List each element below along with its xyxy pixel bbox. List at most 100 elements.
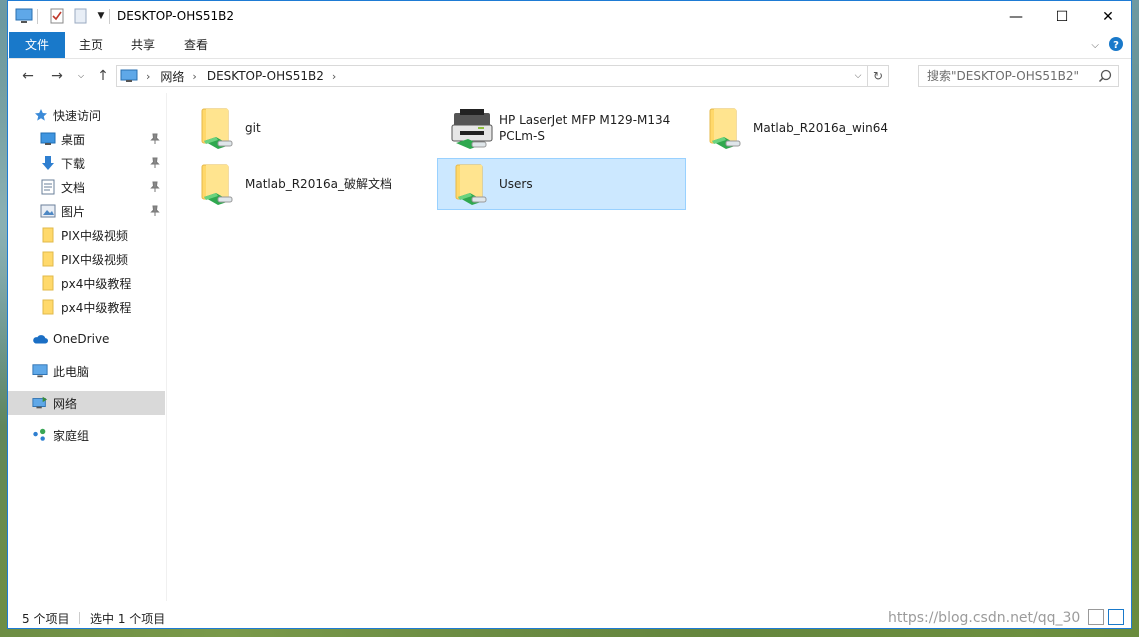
pin-icon[interactable] <box>150 181 160 193</box>
nav-label: OneDrive <box>53 332 110 346</box>
desktop-icon <box>40 131 56 147</box>
nav-label: 此电脑 <box>53 364 90 379</box>
details-view-icon[interactable] <box>1088 609 1104 625</box>
breadcrumb-separator-icon[interactable]: › <box>332 70 336 83</box>
tab-share[interactable]: 共享 <box>117 32 169 58</box>
item-label: git <box>245 121 261 135</box>
nav-label: 下载 <box>61 156 86 171</box>
item-label: Matlab_R2016a_win64 <box>753 121 888 135</box>
large-icons-view-icon[interactable] <box>1108 609 1124 625</box>
address-dropdown-icon[interactable]: ⌵ <box>850 66 866 86</box>
search-input[interactable] <box>919 66 1110 86</box>
nav-item-folder[interactable]: px4中级教程 <box>8 295 165 319</box>
download-icon <box>40 155 56 171</box>
pane-divider <box>166 93 167 601</box>
tab-home[interactable]: 主页 <box>65 32 117 58</box>
computer-icon <box>32 363 48 379</box>
document-icon <box>40 179 56 195</box>
nav-label: 家庭组 <box>53 428 90 443</box>
folder-icon <box>40 227 56 243</box>
breadcrumb-separator-icon[interactable]: › <box>146 70 150 83</box>
up-arrow-icon[interactable]: ↑ <box>93 66 113 86</box>
item-label-line2: PCLm-S <box>499 129 545 143</box>
new-folder-icon[interactable] <box>71 7 89 25</box>
tab-view[interactable]: 查看 <box>170 32 222 58</box>
properties-icon[interactable] <box>48 7 66 25</box>
nav-quick-access[interactable]: 快速访问 <box>8 103 165 127</box>
network-icon <box>32 395 48 411</box>
maximize-button[interactable]: ☐ <box>1039 1 1085 32</box>
nav-item-folder[interactable]: PIX中级视频 <box>8 247 165 271</box>
breadcrumb-separator-icon[interactable]: › <box>192 70 196 83</box>
search-icon[interactable] <box>1098 69 1112 83</box>
recent-locations-icon[interactable]: ⌵ <box>71 66 91 86</box>
minimize-button[interactable]: — <box>993 1 1039 32</box>
divider <box>79 612 80 624</box>
shared-folder-icon <box>201 164 233 205</box>
homegroup-icon <box>32 427 48 443</box>
pin-icon[interactable] <box>150 133 160 145</box>
nav-label: PIX中级视频 <box>61 252 128 267</box>
svg-text:?: ? <box>1113 40 1119 51</box>
item-count: 5 个项目 <box>22 612 70 626</box>
folder-icon <box>40 275 56 291</box>
pin-icon[interactable] <box>150 157 160 169</box>
window-title: DESKTOP-OHS51B2 <box>117 9 235 23</box>
address-bar[interactable]: › 网络 › DESKTOP-OHS51B2 › ⌵ ↻ <box>116 65 889 87</box>
breadcrumb-network[interactable]: 网络 <box>160 68 184 85</box>
back-arrow-icon[interactable]: ← <box>18 66 38 86</box>
nav-label: px4中级教程 <box>61 276 132 291</box>
nav-label: 文档 <box>61 180 86 195</box>
forward-arrow-icon[interactable]: → <box>47 66 67 86</box>
nav-label: px4中级教程 <box>61 300 132 315</box>
nav-item-desktop[interactable]: 桌面 <box>8 127 165 151</box>
nav-item-homegroup[interactable]: 家庭组 <box>8 423 165 447</box>
tab-file[interactable]: 文件 <box>9 32 65 58</box>
star-icon <box>33 107 49 123</box>
content-area: git HP LaserJet MFP M129-M134 PCLm-S Mat… <box>168 93 1111 601</box>
pin-icon[interactable] <box>150 205 160 217</box>
shared-folder-item[interactable]: Matlab_R2016a_win64 <box>691 102 940 154</box>
nav-item-network[interactable]: 网络 <box>8 391 165 415</box>
nav-label: 桌面 <box>61 132 86 147</box>
pictures-icon <box>40 203 56 219</box>
breadcrumb-computer[interactable]: DESKTOP-OHS51B2 <box>207 69 324 83</box>
nav-item-folder[interactable]: PIX中级视频 <box>8 223 165 247</box>
shared-folder-icon <box>709 108 741 149</box>
nav-label: PIX中级视频 <box>61 228 128 243</box>
selected-count: 选中 1 个项目 <box>90 612 166 626</box>
navigation-bar: ← → ⌵ ↑ › 网络 › DESKTOP-OHS51B2 › ⌵ ↻ <box>8 59 1131 93</box>
nav-item-onedrive[interactable]: OneDrive <box>8 327 165 351</box>
divider <box>37 9 38 24</box>
item-label: Users <box>499 177 533 191</box>
nav-label: 快速访问 <box>53 108 102 123</box>
printer-item[interactable]: HP LaserJet MFP M129-M134 PCLm-S <box>437 102 686 154</box>
title-bar: ▼ DESKTOP-OHS51B2 — ☐ ✕ <box>8 1 1131 32</box>
computer-icon <box>120 69 138 83</box>
expand-ribbon-icon[interactable]: ⌵ <box>1091 40 1099 51</box>
computer-icon[interactable] <box>15 7 33 25</box>
nav-item-pictures[interactable]: 图片 <box>8 199 165 223</box>
nav-item-downloads[interactable]: 下载 <box>8 151 165 175</box>
watermark: https://blog.csdn.net/qq_30 <box>888 610 1081 626</box>
shared-folder-item[interactable]: git <box>183 102 432 154</box>
nav-item-documents[interactable]: 文档 <box>8 175 165 199</box>
nav-item-folder[interactable]: px4中级教程 <box>8 271 165 295</box>
folder-icon <box>40 299 56 315</box>
customize-toolbar-icon[interactable]: ▼ <box>92 7 110 25</box>
shared-folder-item-selected[interactable]: Users <box>437 158 686 210</box>
search-box[interactable] <box>918 65 1119 87</box>
cloud-icon <box>32 331 48 347</box>
shared-folder-item[interactable]: Matlab_R2016a_破解文档 <box>183 158 432 210</box>
close-button[interactable]: ✕ <box>1085 1 1131 32</box>
nav-label: 图片 <box>61 204 86 219</box>
navigation-pane: 快速访问 桌面 下载 文档 图片 PIX中级视频 PIX中级视频 px4中级教程… <box>8 93 165 601</box>
nav-item-this-pc[interactable]: 此电脑 <box>8 359 165 383</box>
folder-icon <box>40 251 56 267</box>
help-icon[interactable]: ? <box>1109 37 1123 54</box>
file-explorer-window: ▼ DESKTOP-OHS51B2 — ☐ ✕ 文件 主页 共享 查看 ⌵ ? … <box>7 0 1132 629</box>
refresh-icon[interactable]: ↻ <box>867 66 888 86</box>
shared-folder-icon <box>455 164 487 205</box>
divider <box>109 9 110 24</box>
printer-icon <box>451 109 493 149</box>
